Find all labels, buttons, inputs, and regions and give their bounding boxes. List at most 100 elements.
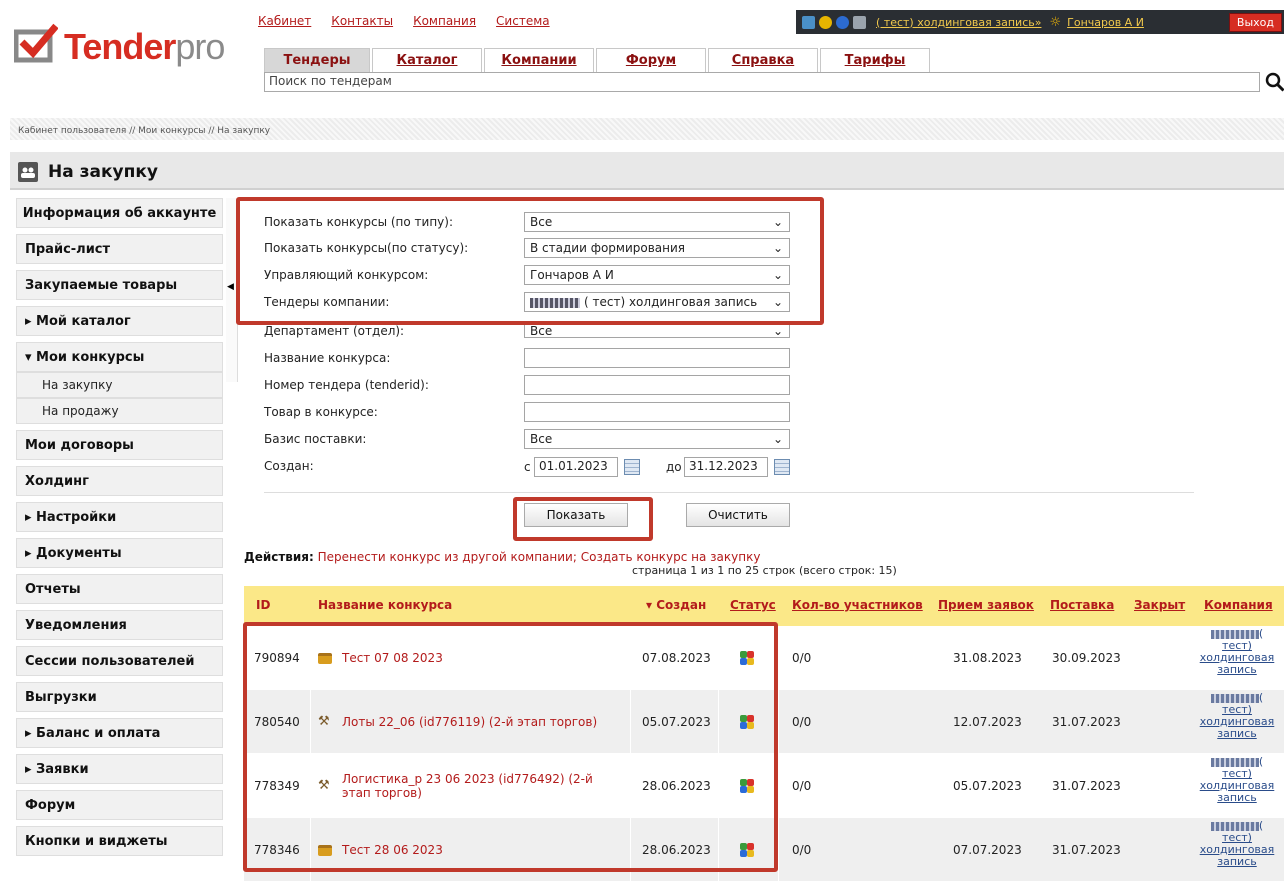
tender-search-input[interactable]: Поиск по тендерам bbox=[264, 72, 1260, 92]
cell-company[interactable]: (тест) холдинговая запись bbox=[1190, 754, 1284, 818]
sidebar-item-exports[interactable]: Выгрузки bbox=[16, 682, 223, 712]
top-link-contacts[interactable]: Контакты bbox=[331, 14, 393, 32]
user-bar: ( тест) холдинговая запись» ☼ Гончаров А… bbox=[796, 10, 1284, 34]
user-icon: ☼ bbox=[1049, 14, 1062, 30]
tab-forum[interactable]: Форум bbox=[596, 48, 706, 72]
sidebar-item-reports[interactable]: Отчеты bbox=[16, 574, 223, 604]
col-created[interactable]: ▾ Создан bbox=[646, 598, 706, 612]
col-accept[interactable]: Прием заявок bbox=[938, 598, 1034, 612]
cell-company[interactable]: (тест) холдинговая запись bbox=[1190, 626, 1284, 690]
current-company-link[interactable]: ( тест) холдинговая запись» bbox=[876, 16, 1041, 29]
cell-accept: 07.07.2023 bbox=[953, 843, 1022, 857]
cell-delivery: 31.07.2023 bbox=[1052, 779, 1121, 793]
globe-icon[interactable] bbox=[836, 15, 849, 29]
sidebar-item-account-info[interactable]: Информация об аккаунте bbox=[16, 198, 223, 228]
highlight-show-button bbox=[513, 497, 653, 541]
date-from-input[interactable]: 01.01.2023 bbox=[534, 457, 618, 477]
calendar-icon[interactable] bbox=[774, 459, 790, 475]
redacted-company bbox=[1210, 757, 1259, 767]
column-divider bbox=[778, 626, 779, 882]
cell-participants: 0/0 bbox=[792, 651, 812, 665]
filter-basis-label: Базис поставки: bbox=[264, 432, 367, 446]
date-to-input[interactable]: 31.12.2023 bbox=[684, 457, 768, 477]
collapse-arrow-icon: ◀ bbox=[227, 282, 234, 292]
sidebar-item-documents[interactable]: ▸ Документы bbox=[16, 538, 223, 568]
actions-label: Действия: bbox=[244, 550, 314, 564]
users-icon bbox=[18, 162, 38, 182]
logout-button[interactable]: Выход bbox=[1228, 12, 1282, 32]
chevron-down-icon: ⌄ bbox=[772, 323, 783, 338]
filter-name-label: Название конкурса: bbox=[264, 351, 391, 365]
checkmark-envelope-icon bbox=[14, 23, 58, 63]
sidebar-item-purchased-goods[interactable]: Закупаемые товары bbox=[16, 270, 223, 300]
tab-tenders[interactable]: Тендеры bbox=[264, 48, 370, 72]
col-status[interactable]: Статус bbox=[730, 598, 776, 612]
top-link-system[interactable]: Система bbox=[496, 14, 550, 32]
top-link-cabinet[interactable]: Кабинет bbox=[258, 14, 311, 32]
filter-number-input[interactable] bbox=[524, 375, 790, 395]
page-title: На закупку bbox=[48, 162, 158, 182]
sidebar-item-notifications[interactable]: Уведомления bbox=[16, 610, 223, 640]
sidebar-item-my-catalog[interactable]: ▸ Мой каталог bbox=[16, 306, 223, 336]
chevron-down-icon: ⌄ bbox=[772, 432, 783, 446]
top-link-company[interactable]: Компания bbox=[413, 14, 476, 32]
coin-icon[interactable] bbox=[819, 15, 832, 29]
sidebar-item-widgets[interactable]: Кнопки и виджеты bbox=[16, 826, 223, 856]
sidebar-item-requests[interactable]: ▸ Заявки bbox=[16, 754, 223, 784]
tools-icon[interactable] bbox=[853, 15, 866, 29]
breadcrumb: Кабинет пользователя // Мои конкурсы // … bbox=[18, 126, 270, 136]
cell-accept: 31.08.2023 bbox=[953, 651, 1022, 665]
transfer-tender-link[interactable]: Перенести конкурс из другой компании; bbox=[318, 550, 577, 564]
filter-goods-label: Товар в конкурсе: bbox=[264, 405, 378, 419]
cell-participants: 0/0 bbox=[792, 715, 812, 729]
col-id[interactable]: ID bbox=[256, 598, 270, 612]
filter-created-label: Создан: bbox=[264, 459, 314, 473]
tab-companies[interactable]: Компании bbox=[484, 48, 594, 72]
sidebar-item-my-contracts[interactable]: Мои договоры bbox=[16, 430, 223, 460]
filter-dept-select[interactable]: Все ⌄ bbox=[524, 324, 790, 338]
sidebar-item-balance[interactable]: ▸ Баланс и оплата bbox=[16, 718, 223, 748]
clear-button[interactable]: Очистить bbox=[686, 503, 790, 527]
date-from-prefix: с bbox=[524, 460, 531, 474]
redacted-company bbox=[1210, 821, 1259, 831]
redacted-company bbox=[1210, 629, 1259, 639]
calendar-icon[interactable] bbox=[624, 459, 640, 475]
tenderpro-logo[interactable]: Tenderpro bbox=[14, 18, 244, 78]
tab-catalog[interactable]: Каталог bbox=[372, 48, 482, 72]
top-links: Кабинет Контакты Компания Система bbox=[258, 14, 550, 32]
sidebar-item-price-list[interactable]: Прайс-лист bbox=[16, 234, 223, 264]
create-tender-link[interactable]: Создать конкурс на закупку bbox=[581, 550, 761, 564]
sidebar-item-my-tenders[interactable]: ▾ Мои конкурсы bbox=[16, 342, 223, 372]
col-delivery[interactable]: Поставка bbox=[1050, 598, 1114, 612]
col-closed[interactable]: Закрыт bbox=[1134, 598, 1185, 612]
sidebar-item-user-sessions[interactable]: Сессии пользователей bbox=[16, 646, 223, 676]
highlight-filter-box bbox=[236, 197, 824, 325]
sidebar-item-settings[interactable]: ▸ Настройки bbox=[16, 502, 223, 532]
tab-tariffs[interactable]: Тарифы bbox=[820, 48, 930, 72]
col-name[interactable]: Название конкурса bbox=[318, 598, 452, 612]
brand-name: Tenderpro bbox=[64, 26, 225, 67]
breadcrumb-link-cabinet[interactable]: Кабинет пользователя bbox=[18, 126, 126, 136]
col-participants[interactable]: Кол-во участников bbox=[792, 598, 923, 612]
col-company[interactable]: Компания bbox=[1204, 598, 1273, 612]
cell-delivery: 30.09.2023 bbox=[1052, 651, 1121, 665]
cell-company[interactable]: (тест) холдинговая запись bbox=[1190, 818, 1284, 882]
tab-help[interactable]: Справка bbox=[708, 48, 818, 72]
cell-delivery: 31.07.2023 bbox=[1052, 843, 1121, 857]
sidebar-item-forum[interactable]: Форум bbox=[16, 790, 223, 820]
sidebar-subitem-sale[interactable]: На продажу bbox=[16, 398, 223, 424]
cell-company[interactable]: (тест) холдинговая запись bbox=[1190, 690, 1284, 754]
search-icon[interactable] bbox=[1265, 72, 1284, 92]
filter-divider bbox=[264, 492, 1194, 493]
sidebar-item-holding[interactable]: Холдинг bbox=[16, 466, 223, 496]
table-header: ID Название конкурса ▾ Создан Статус Кол… bbox=[244, 586, 1284, 626]
cell-participants: 0/0 bbox=[792, 843, 812, 857]
page-title-bar bbox=[10, 152, 1284, 190]
filter-goods-input[interactable] bbox=[524, 402, 790, 422]
filter-name-input[interactable] bbox=[524, 348, 790, 368]
building-icon[interactable] bbox=[802, 15, 815, 29]
actions-bar: Действия: Перенести конкурс из другой ко… bbox=[244, 550, 760, 564]
filter-basis-select[interactable]: Все ⌄ bbox=[524, 429, 790, 449]
current-user-link[interactable]: Гончаров А И bbox=[1067, 16, 1144, 29]
sidebar-subitem-purchase[interactable]: На закупку bbox=[16, 372, 223, 398]
